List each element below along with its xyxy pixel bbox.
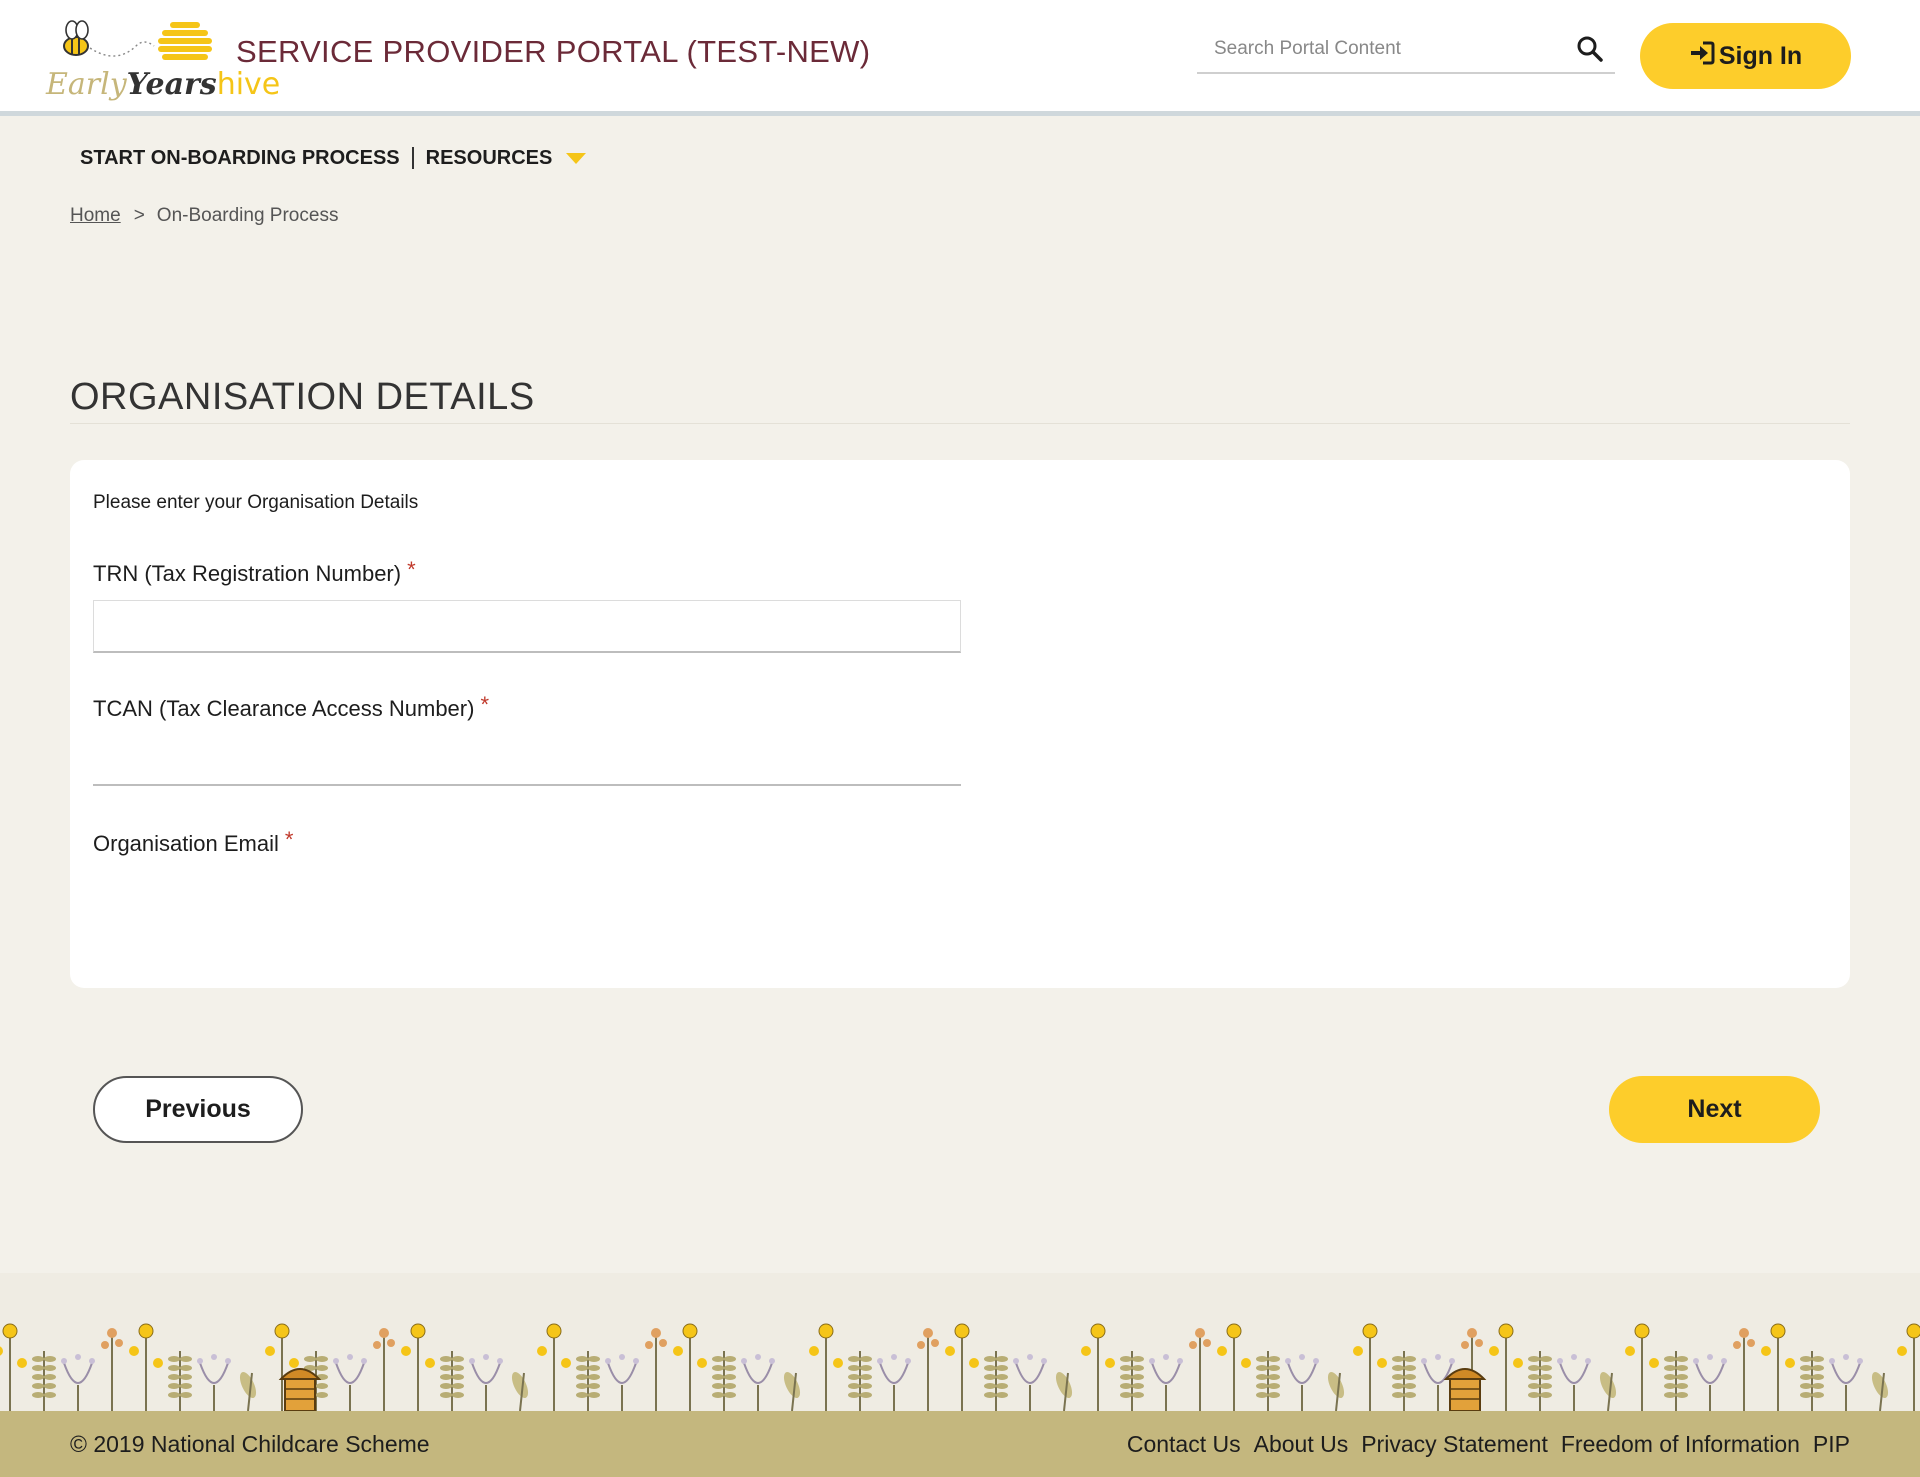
footer-link-privacy-statement[interactable]: Privacy Statement — [1361, 1431, 1548, 1458]
tcan-label-text: TCAN (Tax Clearance Access Number) — [93, 696, 475, 721]
floral-border-icon — [0, 1323, 1920, 1411]
logo-word-hive: hive — [216, 67, 281, 102]
search-input[interactable] — [1197, 26, 1557, 72]
nav-item-resources-label: RESOURCES — [425, 146, 553, 169]
next-button[interactable]: Next — [1609, 1076, 1820, 1143]
portal-title: SERVICE PROVIDER PORTAL (TEST-NEW) — [236, 34, 871, 69]
search-icon[interactable] — [1575, 34, 1605, 64]
logo-word-years: Years — [126, 67, 217, 102]
organisation-details-form: Please enter your Organisation Details T… — [70, 460, 1850, 988]
organisation-email-label: Organisation Email * — [93, 827, 293, 857]
trn-label: TRN (Tax Registration Number) * — [93, 557, 416, 587]
form-intro-text: Please enter your Organisation Details — [93, 492, 419, 513]
sign-in-icon — [1689, 41, 1715, 72]
footer-link-freedom-of-information[interactable]: Freedom of Information — [1561, 1431, 1800, 1458]
nav-divider — [411, 147, 414, 169]
required-marker: * — [480, 692, 490, 717]
breadcrumb-home-link[interactable]: Home — [70, 205, 121, 227]
nav-item-start-onboarding[interactable]: START ON-BOARDING PROCESS — [80, 147, 400, 170]
footer-floral-decoration — [0, 1273, 1920, 1411]
organisation-email-label-text: Organisation Email — [93, 831, 279, 856]
breadcrumb-separator: > — [133, 205, 145, 226]
previous-button[interactable]: Previous — [93, 1076, 303, 1143]
breadcrumb: Home > On-Boarding Process — [70, 205, 338, 227]
logo-wordmark: EarlyYearshive — [46, 68, 280, 102]
sign-in-button[interactable]: Sign In — [1640, 23, 1851, 89]
footer-link-pip[interactable]: PIP — [1813, 1431, 1850, 1458]
early-years-hive-logo[interactable]: EarlyYearshive — [46, 10, 280, 102]
breadcrumb-current: On-Boarding Process — [156, 205, 339, 226]
required-marker: * — [284, 827, 294, 852]
required-marker: * — [407, 557, 416, 582]
site-header: EarlyYearshive SERVICE PROVIDER PORTAL (… — [0, 0, 1920, 116]
bee-hive-logo-icon — [63, 20, 212, 60]
search-box — [1197, 26, 1615, 74]
site-footer: © 2019 National Childcare Scheme Contact… — [0, 1411, 1920, 1477]
page-title: ORGANISATION DETAILS — [70, 376, 1850, 424]
trn-label-text: TRN (Tax Registration Number) — [93, 561, 402, 586]
main-nav: START ON-BOARDING PROCESS RESOURCES — [80, 143, 587, 173]
tcan-input[interactable] — [93, 733, 961, 786]
sign-in-label: Sign In — [1718, 41, 1803, 70]
nav-item-resources[interactable]: RESOURCES — [426, 147, 587, 170]
footer-copyright: © 2019 National Childcare Scheme — [70, 1430, 430, 1457]
footer-link-about-us[interactable]: About Us — [1254, 1431, 1349, 1458]
tcan-label: TCAN (Tax Clearance Access Number) * — [93, 692, 489, 722]
footer-links: Contact Us About Us Privacy Statement Fr… — [1127, 1431, 1850, 1458]
chevron-down-icon — [566, 152, 587, 164]
logo-word-early: Early — [46, 67, 127, 102]
trn-input[interactable] — [93, 600, 961, 653]
footer-link-contact-us[interactable]: Contact Us — [1127, 1431, 1241, 1458]
